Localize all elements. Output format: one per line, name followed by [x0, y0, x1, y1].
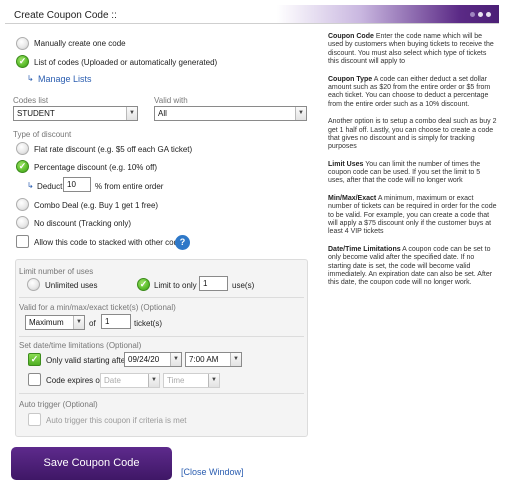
help-column: Coupon Code Enter the code name which wi… — [328, 33, 498, 297]
chevron-down-icon: ▼ — [230, 353, 241, 366]
chevron-down-icon: ▼ — [148, 374, 159, 387]
of-label: of — [89, 319, 96, 328]
list-of-codes-radio-checked[interactable]: ✓ — [16, 55, 29, 68]
help-limit-uses: Limit Uses You can limit the number of t… — [328, 161, 498, 186]
help-title: Coupon Code — [328, 33, 374, 40]
dot-icon — [478, 12, 483, 17]
tickets-count-input[interactable] — [101, 314, 131, 329]
dot-icon — [486, 12, 491, 17]
expires-label: Code expires on — [46, 376, 105, 385]
unlimited-uses-label: Unlimited uses — [45, 281, 98, 290]
deduct-percent-input[interactable] — [63, 177, 91, 192]
chevron-down-icon: ▼ — [73, 316, 84, 329]
list-of-codes-label: List of codes (Uploaded or automatically… — [34, 58, 218, 67]
start-time-select[interactable]: 7:00 AM ▼ — [185, 352, 242, 367]
valid-start-checkbox-checked[interactable]: ✓ — [28, 353, 41, 366]
chevron-down-icon: ▼ — [126, 107, 137, 120]
flat-rate-label: Flat rate discount (e.g. $5 off each GA … — [34, 145, 193, 154]
help-icon[interactable]: ? — [175, 235, 190, 250]
close-window-link[interactable]: [Close Window] — [181, 467, 244, 477]
help-coupon-type: Coupon Type A code can either deduct a s… — [328, 76, 498, 110]
limit-to-radio-checked[interactable]: ✓ — [137, 278, 150, 291]
combo-deal-radio[interactable] — [16, 198, 29, 211]
help-title: Coupon Type — [328, 75, 373, 83]
panel-divider — [19, 336, 304, 337]
start-date-value: 09/24/20 — [128, 355, 160, 364]
panel-divider — [19, 297, 304, 298]
start-date-select[interactable]: 09/24/20 ▼ — [124, 352, 182, 367]
flat-rate-radio[interactable] — [16, 142, 29, 155]
manage-lists-arrow-icon: ↳ — [27, 74, 34, 83]
valid-start-label: Only valid starting after — [46, 356, 128, 365]
limit-uses-label: Limit number of uses — [19, 267, 94, 276]
codes-list-value: STUDENT — [17, 109, 55, 118]
dot-icon — [470, 12, 475, 17]
help-min-max: Min/Max/Exact A minimum, maximum or exac… — [328, 195, 498, 237]
coupon-form: Manually create one code ✓ List of codes… — [0, 0, 320, 491]
percentage-radio-checked[interactable]: ✓ — [16, 160, 29, 173]
deduct-suffix-label: % from entire order — [95, 182, 164, 191]
expires-checkbox[interactable] — [28, 373, 41, 386]
deduct-label: Deduct — [37, 182, 63, 191]
help-body: Another option is to setup a combo deal … — [328, 118, 497, 151]
auto-trigger-label: Auto trigger this coupon if criteria is … — [46, 416, 187, 425]
codes-list-label: Codes list — [13, 96, 49, 105]
panel-divider — [19, 393, 304, 394]
save-coupon-button[interactable]: Save Coupon Code — [11, 447, 172, 480]
window-menu-dots-icon[interactable] — [470, 12, 491, 17]
combo-deal-label: Combo Deal (e.g. Buy 1 get 1 free) — [34, 201, 159, 210]
no-discount-label: No discount (Tracking only) — [34, 219, 132, 228]
auto-trigger-checkbox[interactable] — [28, 413, 41, 426]
discount-type-label: Type of discount — [13, 130, 72, 139]
chevron-down-icon: ▼ — [295, 107, 306, 120]
expire-date-placeholder: Date — [104, 376, 121, 385]
valid-with-value: All — [158, 109, 167, 118]
help-title: Min/Max/Exact — [328, 194, 377, 202]
help-combo: Another option is to setup a combo deal … — [328, 118, 498, 152]
expire-time-placeholder: Time — [167, 376, 185, 385]
expire-date-select[interactable]: Date ▼ — [100, 373, 160, 388]
manage-lists-link[interactable]: Manage Lists — [38, 74, 92, 84]
auto-trigger-section-label: Auto trigger (Optional) — [19, 400, 98, 409]
uses-suffix-label: use(s) — [232, 281, 255, 290]
stack-codes-checkbox[interactable] — [16, 235, 29, 248]
valid-with-label: Valid with — [154, 96, 188, 105]
deduct-arrow-icon: ↳ — [27, 181, 34, 190]
start-time-value: 7:00 AM — [189, 355, 219, 364]
min-max-label: Valid for a min/max/exact ticket(s) (Opt… — [19, 303, 176, 312]
help-title: Date/Time Limitations — [328, 245, 401, 253]
unlimited-uses-radio[interactable] — [27, 278, 40, 291]
codes-list-select[interactable]: STUDENT ▼ — [13, 106, 138, 121]
percentage-label: Percentage discount (e.g. 10% off) — [34, 163, 158, 172]
limit-to-label: Limit to only — [154, 281, 197, 290]
help-title: Limit Uses — [328, 160, 364, 168]
manual-code-label: Manually create one code — [34, 39, 126, 48]
chevron-down-icon: ▼ — [170, 353, 181, 366]
valid-with-select[interactable]: All ▼ — [154, 106, 307, 121]
help-date-time: Date/Time Limitations A coupon code can … — [328, 246, 498, 288]
no-discount-radio[interactable] — [16, 216, 29, 229]
stack-codes-label: Allow this code to stacked with other co… — [34, 238, 187, 247]
limit-uses-input[interactable] — [199, 276, 228, 291]
help-coupon-code: Coupon Code Enter the code name which wi… — [328, 33, 498, 67]
min-max-value: Maximum — [29, 318, 64, 327]
date-limits-label: Set date/time limitations (Optional) — [19, 341, 142, 350]
expire-time-select[interactable]: Time ▼ — [163, 373, 220, 388]
chevron-down-icon: ▼ — [208, 374, 219, 387]
min-max-select[interactable]: Maximum ▼ — [25, 315, 85, 330]
tickets-suffix-label: ticket(s) — [134, 319, 162, 328]
manual-code-radio[interactable] — [16, 37, 29, 50]
